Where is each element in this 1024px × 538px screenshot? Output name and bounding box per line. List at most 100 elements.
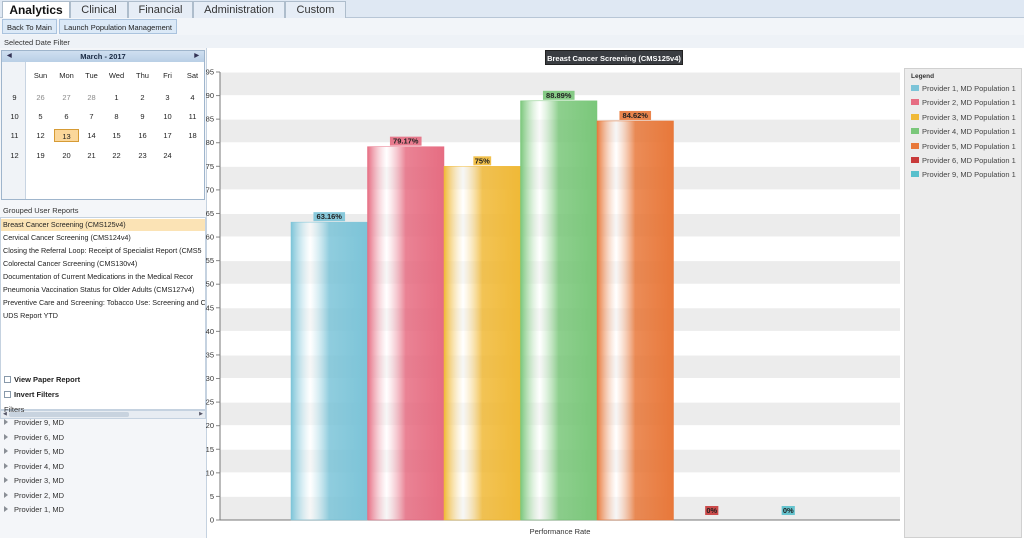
legend-swatch <box>911 157 919 163</box>
provider-filter-item[interactable]: Provider 2, MD <box>4 490 64 502</box>
provider-filter-label: Provider 6, MD <box>14 432 65 442</box>
provider-filter-item[interactable]: Provider 4, MD <box>4 461 64 473</box>
legend-swatch <box>911 113 919 120</box>
calendar-day[interactable]: 24 <box>155 149 180 162</box>
legend-label: Provider 4, MD Population 1 <box>922 127 1016 137</box>
back-to-main-button[interactable]: Back To Main <box>2 19 57 34</box>
invert-filters-label: Invert Filters <box>14 390 60 399</box>
provider-filter-item[interactable]: Provider 3, MD <box>4 475 64 487</box>
provider-filter-label: Provider 1, MD <box>14 505 65 514</box>
report-list-item[interactable]: Cervical Cancer Screening (CMS124v4) <box>1 232 205 244</box>
view-paper-report-checkbox[interactable]: View Paper Report <box>4 374 80 386</box>
tab-clinical[interactable]: Clinical <box>70 1 128 18</box>
calendar-day[interactable]: 23 <box>130 149 155 162</box>
checkbox-icon[interactable] <box>4 376 11 383</box>
expand-arrow-icon[interactable] <box>4 506 8 512</box>
filters-label: Filters <box>4 405 25 414</box>
calendar-day[interactable]: 2 <box>130 91 155 104</box>
next-month-icon[interactable]: ▶ <box>194 51 199 62</box>
report-list-item[interactable]: Breast Cancer Screening (CMS125v4) <box>1 219 205 231</box>
prev-month-icon[interactable]: ◀ <box>7 51 12 62</box>
calendar-weekday-header: Sat <box>186 71 199 80</box>
left-panel: ◀ March - 2017 ▶ Sun Mon Tue Wed Thu Fri Sat 9 2… <box>0 48 206 538</box>
calendar-day[interactable]: 18 <box>180 129 205 142</box>
provider-filter-item[interactable]: Provider 1, MD <box>4 504 64 516</box>
top-tab-bar: Analytics Clinical Financial Administrat… <box>0 0 1024 18</box>
calendar-weekday-header: Fri <box>163 71 172 80</box>
calendar-day[interactable]: 17 <box>155 129 180 142</box>
expand-arrow-icon[interactable] <box>4 433 8 440</box>
calendar-day[interactable]: 26 <box>28 91 53 104</box>
calendar-day[interactable]: 13 <box>54 129 79 142</box>
tab-administration[interactable]: Administration <box>193 1 285 18</box>
calendar-day[interactable]: 6 <box>54 110 79 123</box>
calendar-week-number: 10 <box>10 112 19 121</box>
legend-label: Provider 9, MD Population 1 <box>922 170 1016 180</box>
calendar-day[interactable]: 19 <box>28 149 53 162</box>
legend-swatch <box>911 85 919 91</box>
invert-filters-checkbox[interactable]: Invert Filters <box>4 389 59 401</box>
calendar-day[interactable]: 12 <box>28 129 53 142</box>
legend-swatch <box>911 171 919 178</box>
legend-item: Provider 6, MD Population 1 <box>911 155 1016 167</box>
calendar-day[interactable]: 1 <box>104 91 129 104</box>
calendar-header: ◀ March - 2017 ▶ <box>2 51 204 62</box>
tab-financial[interactable]: Financial <box>128 1 193 18</box>
legend-item: Provider 2, MD Population 1 <box>911 97 1016 109</box>
report-list-item[interactable]: Preventive Care and Screening: Tobacco U… <box>1 297 205 309</box>
legend-item: Provider 3, MD Population 1 <box>911 112 1016 124</box>
calendar-day[interactable]: 10 <box>155 110 180 123</box>
calendar: ◀ March - 2017 ▶ Sun Mon Tue Wed Thu Fri Sat 9 2… <box>1 50 205 200</box>
calendar-day[interactable]: 8 <box>104 110 129 123</box>
calendar-day[interactable]: 21 <box>79 149 104 162</box>
provider-filter-item[interactable]: Provider 6, MD <box>4 432 64 444</box>
calendar-weekday-header: Thu <box>136 71 149 80</box>
calendar-month-label[interactable]: March - 2017 <box>80 52 125 61</box>
calendar-day[interactable]: 27 <box>54 91 79 104</box>
report-list-item[interactable]: Pneumonia Vaccination Status for Older A… <box>1 284 205 296</box>
calendar-day[interactable]: 7 <box>79 110 104 123</box>
calendar-week-number: 12 <box>10 151 19 160</box>
calendar-day[interactable]: 20 <box>54 149 79 162</box>
provider-filter-label: Provider 9, MD <box>14 418 65 427</box>
legend-item: Provider 4, MD Population 1 <box>911 126 1016 138</box>
calendar-day[interactable]: 9 <box>130 110 155 123</box>
date-filter-label: Selected Date Filter <box>4 38 70 47</box>
report-list-item[interactable]: Documentation of Current Medications in … <box>1 271 205 283</box>
provider-filter-item[interactable]: Provider 5, MD <box>4 446 64 458</box>
expand-arrow-icon[interactable] <box>4 448 8 454</box>
tab-custom[interactable]: Custom <box>285 1 346 18</box>
grouped-reports-label: Grouped User Reports <box>3 206 79 215</box>
provider-filter-label: Provider 3, MD <box>14 476 65 485</box>
report-list-item[interactable]: Closing the Referral Loop: Receipt of Sp… <box>1 245 205 257</box>
legend-swatch <box>911 142 919 149</box>
calendar-day[interactable]: 3 <box>155 91 180 104</box>
expand-arrow-icon[interactable] <box>4 477 8 483</box>
expand-arrow-icon[interactable] <box>4 419 8 425</box>
legend-swatch <box>911 99 919 106</box>
tab-analytics[interactable]: Analytics <box>2 1 70 18</box>
legend-item: Provider 1, MD Population 1 <box>911 83 1016 95</box>
provider-filter-item[interactable]: Provider 9, MD <box>4 417 64 429</box>
calendar-week-number: 9 <box>12 93 17 102</box>
calendar-day[interactable]: 5 <box>28 110 53 123</box>
calendar-weekday-header: Mon <box>59 71 74 80</box>
calendar-day[interactable]: 4 <box>180 91 205 104</box>
calendar-day[interactable]: 11 <box>180 110 205 123</box>
legend-label: Provider 2, MD Population 1 <box>922 98 1016 108</box>
report-list-item[interactable]: UDS Report YTD <box>1 310 205 322</box>
view-paper-report-label: View Paper Report <box>14 375 81 384</box>
report-list-item[interactable]: Colorectal Cancer Screening (CMS130v4) <box>1 258 205 270</box>
calendar-day[interactable]: 14 <box>79 129 104 142</box>
expand-arrow-icon[interactable] <box>4 462 8 469</box>
calendar-day[interactable]: 28 <box>79 91 104 104</box>
calendar-day[interactable]: 22 <box>104 149 129 162</box>
calendar-day[interactable]: 16 <box>130 129 155 142</box>
calendar-weekday-header: Tue <box>85 71 98 80</box>
expand-arrow-icon[interactable] <box>4 491 8 498</box>
checkbox-icon[interactable] <box>4 391 11 398</box>
calendar-day[interactable]: 15 <box>104 129 129 142</box>
launch-population-management-button[interactable]: Launch Population Management <box>59 19 177 34</box>
scroll-right-icon[interactable]: ▶ <box>199 411 203 418</box>
chart-legend: Legend Provider 1, MD Population 1 Provid… <box>904 68 1022 538</box>
